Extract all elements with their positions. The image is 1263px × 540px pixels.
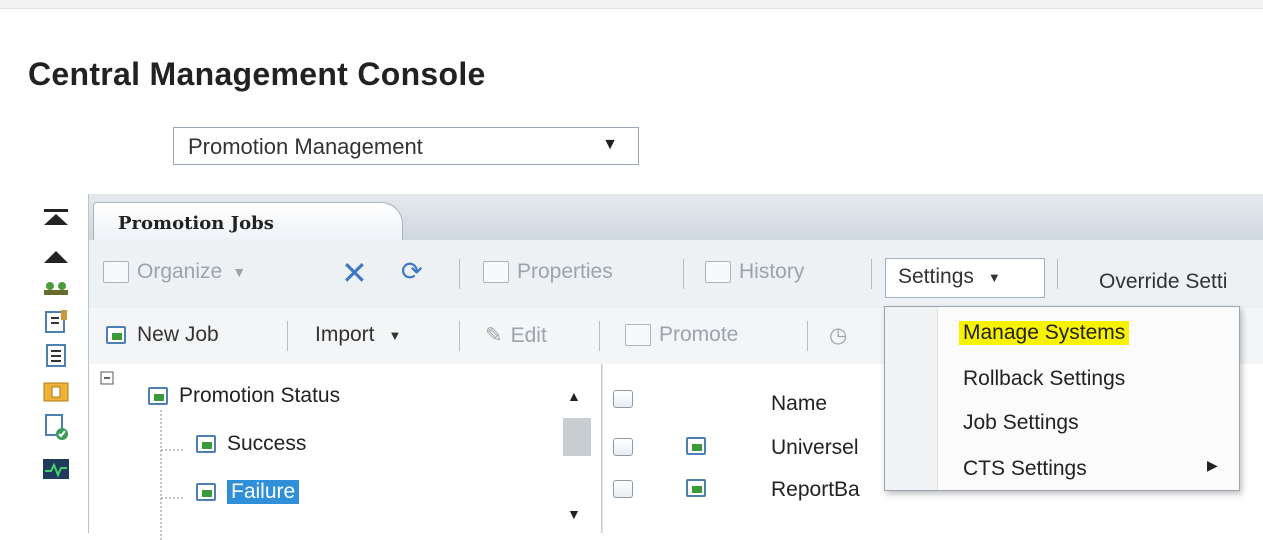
properties-button[interactable]: Properties (483, 260, 613, 284)
tools-icon[interactable] (38, 306, 74, 336)
promote-button[interactable]: Promote (625, 323, 738, 347)
scroll-down-icon[interactable]: ▼ (567, 506, 581, 522)
import-button[interactable]: Import ▼ (315, 323, 401, 347)
settings-button[interactable]: Settings ▼ (885, 258, 1045, 298)
history-button[interactable]: History (705, 260, 804, 284)
menu-item-cts-settings[interactable]: CTS Settings (963, 457, 1087, 481)
override-settings-button[interactable]: Override Setti (1099, 270, 1227, 294)
scrollbar-thumb[interactable] (563, 418, 591, 456)
promote-label: Promote (659, 323, 739, 346)
list-icon[interactable] (38, 340, 74, 370)
scroll-up-icon[interactable]: ▲ (567, 388, 581, 404)
import-label: Import (315, 323, 375, 346)
new-job-icon (103, 323, 129, 347)
dropdown-arrow-icon: ▼ (602, 136, 618, 153)
toolbar-separator (1057, 259, 1058, 289)
left-sidebar (28, 198, 88, 533)
menu-gutter (885, 307, 938, 490)
toolbar-separator (807, 321, 808, 351)
settings-menu: Manage Systems Rollback Settings Job Set… (884, 306, 1240, 491)
monitoring-icon[interactable] (38, 454, 74, 484)
schedule-icon[interactable]: ◷ (829, 323, 847, 348)
job-folder-icon (193, 432, 219, 456)
toolbar-separator (683, 259, 684, 289)
job-icon (683, 434, 709, 458)
properties-icon (483, 261, 509, 283)
new-job-label: New Job (137, 323, 219, 346)
folder-icon[interactable] (38, 376, 74, 406)
chevron-down-icon: ▼ (388, 327, 402, 343)
application-select-value: Promotion Management (188, 134, 423, 159)
promote-icon (625, 324, 651, 346)
select-all-checkbox[interactable] (613, 390, 633, 408)
row-name[interactable]: Universel (771, 436, 859, 460)
folder-move-icon (103, 261, 129, 283)
tree-item-failure[interactable]: Failure (193, 480, 300, 504)
history-label: History (739, 260, 805, 283)
row-name[interactable]: ReportBa (771, 478, 860, 502)
toolbar-separator (459, 321, 460, 351)
toolbar-separator (599, 321, 600, 351)
menu-item-rollback-settings[interactable]: Rollback Settings (963, 367, 1125, 391)
promotion-tree: Promotion Status Success Failure ▲ ▼ (89, 364, 602, 540)
collapse-up-icon[interactable] (38, 242, 74, 272)
tree-item-label: Promotion Status (179, 384, 341, 407)
organize-button[interactable]: Organize ▼ (103, 260, 246, 284)
name-column-header[interactable]: Name (771, 392, 827, 416)
users-icon[interactable] (38, 272, 74, 302)
row-checkbox[interactable] (613, 438, 633, 456)
refresh-icon[interactable]: ⟳ (401, 256, 423, 287)
menu-item-manage-systems[interactable]: Manage Systems (959, 321, 1130, 345)
check-document-icon[interactable] (38, 412, 74, 442)
chevron-down-icon: ▼ (987, 269, 1001, 285)
new-job-button[interactable]: New Job (103, 323, 219, 347)
properties-label: Properties (517, 260, 613, 283)
tree-item-success[interactable]: Success (193, 432, 306, 456)
settings-label: Settings (898, 265, 974, 288)
tab-bar: Promotion Jobs (89, 194, 1263, 241)
tab-promotion-jobs[interactable]: Promotion Jobs (93, 202, 403, 240)
submenu-arrow-icon: ▶ (1207, 457, 1218, 473)
toolbar-separator (459, 259, 460, 289)
tree-item-label: Failure (227, 480, 300, 504)
delete-icon[interactable]: ✕ (341, 254, 368, 292)
page-title: Central Management Console (28, 56, 486, 92)
job-icon (683, 476, 709, 500)
toolbar-separator (871, 259, 872, 289)
organize-label: Organize (137, 260, 223, 283)
edit-label: Edit (510, 323, 547, 347)
toolbar-separator (287, 321, 288, 351)
collapse-top-icon[interactable] (38, 202, 74, 232)
tree-item-label: Success (227, 432, 307, 455)
edit-button[interactable]: ✎ Edit (485, 323, 547, 348)
history-icon (705, 261, 731, 283)
menu-item-job-settings[interactable]: Job Settings (963, 411, 1079, 435)
pencil-icon: ✎ (485, 324, 503, 347)
tree-scrollbar[interactable]: ▲ ▼ (559, 374, 595, 524)
primary-toolbar: Organize ▼ ✕ ⟳ Properties History (89, 240, 1263, 309)
row-checkbox[interactable] (613, 480, 633, 498)
tree-item-promotion-status[interactable]: Promotion Status (145, 384, 340, 408)
job-folder-icon (193, 480, 219, 504)
job-folder-icon (145, 384, 171, 408)
application-select[interactable]: Promotion Management ▼ (173, 127, 639, 165)
override-settings-label: Override Setti (1099, 270, 1228, 293)
chevron-down-icon: ▼ (232, 264, 247, 280)
top-border (0, 0, 1263, 9)
